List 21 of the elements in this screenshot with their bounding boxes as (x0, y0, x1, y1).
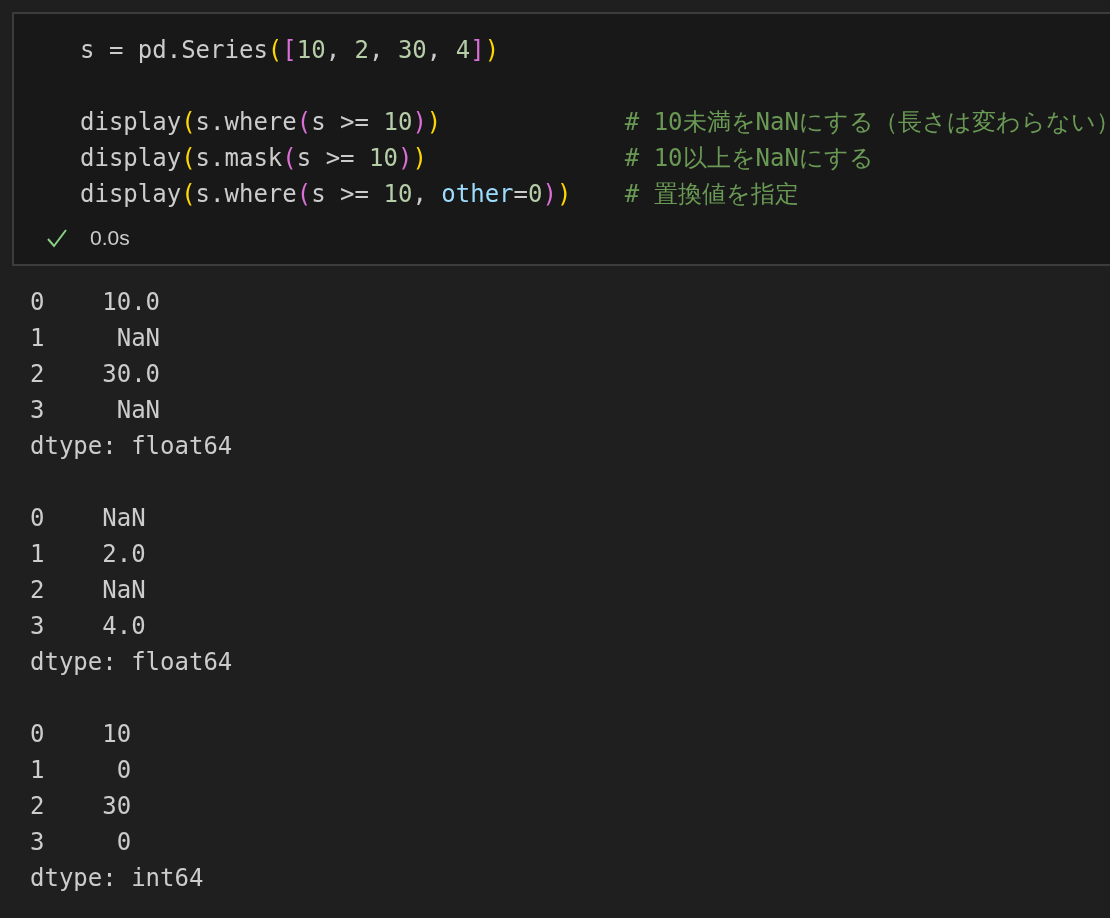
output-line: dtype: float64 (30, 647, 234, 678)
code-line: display(s.mask(s >= 10)) # 10以上をNaNにする (80, 143, 875, 174)
output-line: dtype: float64 (30, 431, 234, 462)
output-line: 0 10 (30, 719, 133, 750)
execution-time: 0.0s (90, 226, 130, 250)
output-line: 3 0 (30, 827, 133, 858)
code-cell[interactable]: s = pd.Series([10, 2, 30, 4]) display(s.where(s >= 10)) # 10未満をNaNにする（長さは変わらない） display(s.mask(s >= 10)) # 10以上をNaNにする display(s.where(s >= 10, other=0)) # 置換値を指定 0.0s (12, 12, 1110, 266)
output-line: 0 NaN (30, 503, 147, 534)
output-line: 2 30.0 (30, 359, 162, 390)
code-line: display(s.where(s >= 10)) # 10未満をNaNにする（長さは変わらない） (80, 107, 1110, 138)
code-line: s = pd.Series([10, 2, 30, 4]) (80, 35, 501, 66)
output-line: 1 2.0 (30, 539, 147, 570)
code-line: display(s.where(s >= 10, other=0)) # 置換値を指定 (80, 179, 800, 210)
output-line: 3 4.0 (30, 611, 147, 642)
output-line: dtype: int64 (30, 863, 205, 894)
output-line: 1 0 (30, 755, 133, 786)
output-line: 0 10.0 (30, 287, 162, 318)
output-line: 3 NaN (30, 395, 162, 426)
output-line: 2 30 (30, 791, 133, 822)
output-line: 1 NaN (30, 323, 162, 354)
output-line: 2 NaN (30, 575, 147, 606)
